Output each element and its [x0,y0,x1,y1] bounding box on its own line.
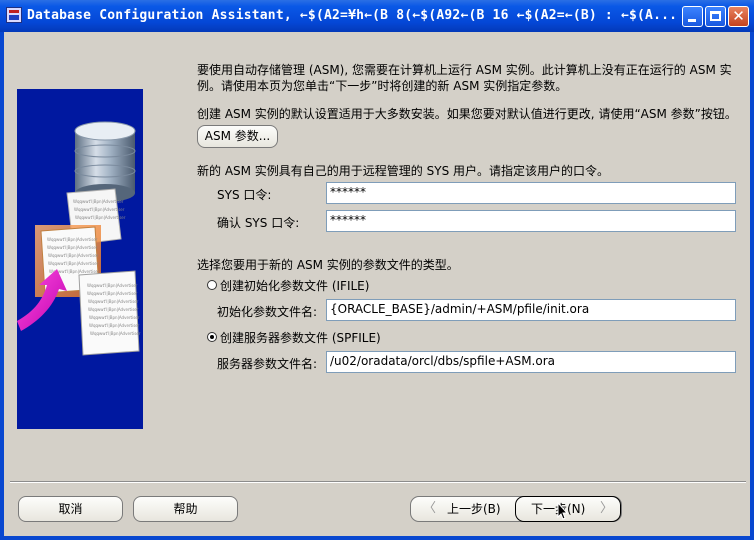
help-button[interactable]: 帮助 [133,496,238,522]
doc-text-line: Wqqwwt'l|Bpn|Advertiser [75,215,126,220]
minimize-button[interactable] [682,6,703,27]
confirm-password-label: 确认 SYS 口令: [217,216,300,230]
ifile-name-input[interactable]: {ORACLE_BASE}/admin/+ASM/pfile/init.ora [326,299,736,321]
asm-parameters-button[interactable]: ASM 参数... [197,125,278,148]
database-documents-icon: Wqqwwt'l|Bpn|Advertiser Wqqwwt'l|Bpn|Adv… [17,121,141,356]
doc-text-line: Wqqwwt'l|Bpn|Advertiser [73,199,124,204]
wizard-navigation: 〈 上一步(B) 下一步(N) 〉 [410,496,622,522]
wizard-illustration: Wqqwwt'l|Bpn|Advertiser Wqqwwt'l|Bpn|Adv… [17,89,143,429]
defaults-note: 创建 ASM 实例的默认设置适用于大多数安装。如果您要对默认值进行更改, 请使用… [197,107,737,121]
footer-separator [10,481,746,483]
doc-text-line: Wqqwwt'l|Bpn|Advertiser [87,291,138,296]
sys-user-note: 新的 ASM 实例具有自己的用于远程管理的 SYS 用户。请指定该用户的口令。 [197,164,610,178]
window-title: Database Configuration Assistant, ←$(A2=… [27,8,677,23]
doc-text-line: Wqqwwt'l|Bpn|Advertiser [47,245,98,250]
confirm-password-input[interactable]: ****** [326,210,736,232]
doc-text-line: Wqqwwt'l|Bpn|Advertiser [89,323,140,328]
doc-text-line: Wqqwwt'l|Bpn|Advertiser [88,299,139,304]
spfile-name-input[interactable]: /u02/oradata/orcl/dbs/spfile+ASM.ora [326,351,736,373]
doc-text-line: Wqqwwt'l|Bpn|Advertiser [88,307,139,312]
doc-text-line: Wqqwwt'l|Bpn|Advertiser [90,331,141,336]
mouse-cursor-icon [557,502,569,520]
close-icon: ✕ [732,7,745,25]
spfile-radio-label[interactable]: 创建服务器参数文件 (SPFILE) [220,329,381,346]
window-border-bottom [0,536,754,540]
ifile-radio[interactable] [207,280,217,290]
doc-text-line: Wqqwwt'l|Bpn|Advertiser [47,237,98,242]
spfile-radio[interactable] [207,332,217,342]
intro-line-1: 要使用自动存储管理 (ASM), 您需要在计算机上运行 ASM 实例。此计算机上… [197,63,732,77]
doc-text-line: Wqqwwt'l|Bpn|Advertiser [48,261,99,266]
minimize-icon [688,19,696,22]
param-file-note: 选择您要用于新的 ASM 实例的参数文件的类型。 [197,258,459,272]
sys-password-label: SYS 口令: [217,188,272,202]
spfile-name-label: 服务器参数文件名: [217,357,318,371]
title-bar[interactable]: Database Configuration Assistant, ←$(A2=… [0,0,754,32]
doc-text-line: Wqqwwt'l|Bpn|Advertiser [89,315,140,320]
chevron-right-icon: 〉 [600,501,614,516]
doc-text-line: Wqqwwt'l|Bpn|Advertiser [74,207,125,212]
maximize-button[interactable] [705,6,726,27]
doc-text-line: Wqqwwt'l|Bpn|Advertiser [48,253,99,258]
intro-line-2: 例。请使用本页为您单击“下一步”时将创建的新 ASM 实例指定参数。 [197,79,568,93]
back-button[interactable]: 上一步(B) [447,497,501,521]
close-button[interactable]: ✕ [728,6,749,27]
ifile-name-label: 初始化参数文件名: [217,305,318,319]
doc-text-line: Wqqwwt'l|Bpn|Advertiser [87,283,138,288]
chevron-left-icon: 〈 [423,501,437,516]
app-icon[interactable] [6,7,22,23]
window-border-right [750,32,754,540]
maximize-icon [710,11,721,21]
sys-password-input[interactable]: ****** [326,182,736,204]
cancel-button[interactable]: 取消 [18,496,123,522]
ifile-radio-label[interactable]: 创建初始化参数文件 (IFILE) [220,277,369,294]
dbca-window: Database Configuration Assistant, ←$(A2=… [0,0,754,540]
